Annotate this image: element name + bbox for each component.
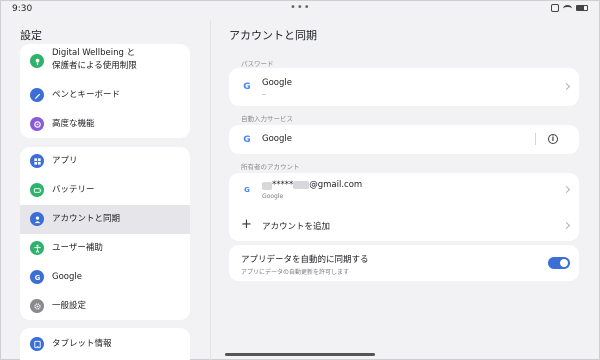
- section-label-autofill: 自動入力サービス: [241, 115, 293, 123]
- chevron-right-icon: [562, 82, 571, 91]
- google-logo-icon: G: [244, 186, 250, 194]
- sidebar-item-label: Google: [52, 272, 82, 282]
- battery-icon: [30, 183, 44, 197]
- sidebar-item-general-settings[interactable]: 一般設定: [20, 292, 190, 320]
- tablet-info-icon: [30, 337, 44, 351]
- info-icon[interactable]: i: [548, 134, 558, 144]
- svg-text:G: G: [34, 273, 40, 281]
- sidebar-item-account-sync[interactable]: アカウントと同期: [20, 205, 190, 234]
- auto-sync-title: アプリデータを自動的に同期する: [241, 255, 369, 265]
- settings-title: 設定: [20, 29, 42, 42]
- auto-sync-sub: アプリにデータの自動更新を許可します: [241, 269, 350, 276]
- account-email: ***** @gmail.com: [272, 180, 363, 190]
- sidebar-item-advanced[interactable]: 高度な機能: [20, 110, 190, 138]
- page-title: アカウントと同期: [229, 29, 317, 42]
- pen-icon: [30, 88, 44, 102]
- settings-group-3: タブレット情報: [20, 328, 190, 360]
- mute-icon: [551, 4, 559, 12]
- account-provider: Google: [262, 193, 284, 200]
- wellbeing-icon: [30, 54, 44, 68]
- add-account-label: アカウントを追加: [262, 222, 331, 232]
- wifi-icon: [563, 4, 572, 12]
- sidebar-item-apps[interactable]: アプリ: [20, 147, 190, 176]
- general-settings-icon: [30, 299, 44, 313]
- account-row[interactable]: G ***** @gmail.com Google: [229, 173, 579, 207]
- sidebar-item-google[interactable]: G Google: [20, 263, 190, 292]
- google-icon: G: [30, 270, 44, 284]
- section-label-password: パスワード: [241, 60, 274, 68]
- section-label-owner: 所有者のアカウント: [241, 163, 300, 171]
- auto-sync-row[interactable]: アプリデータを自動的に同期する アプリにデータの自動更新を許可します: [229, 245, 579, 281]
- add-account-row[interactable]: + アカウントを追加: [229, 209, 579, 241]
- battery-status-icon: [576, 5, 588, 11]
- auto-sync-toggle[interactable]: [548, 257, 570, 269]
- autofill-google-row[interactable]: G Google i: [229, 125, 579, 154]
- status-time: 9:30: [12, 4, 33, 14]
- sidebar-item-digital-wellbeing[interactable]: Digital Wellbeing と保護者による使用制限: [20, 44, 190, 78]
- sidebar-item-pen-keyboard[interactable]: ペンとキーボード: [20, 81, 190, 109]
- chevron-right-icon: [562, 185, 571, 194]
- sidebar-item-label: 高度な機能: [52, 119, 95, 129]
- status-icons: [551, 4, 588, 12]
- sidebar-item-accessibility[interactable]: ユーザー補助: [20, 234, 190, 263]
- password-provider-sub: --: [262, 91, 267, 98]
- panel-divider: [210, 20, 211, 360]
- masked-email-blur: [262, 182, 272, 190]
- chevron-right-icon: [562, 221, 571, 230]
- sidebar-item-label: Digital Wellbeing と保護者による使用制限: [52, 48, 137, 71]
- google-logo-icon: G: [243, 82, 251, 92]
- sidebar-item-label: 一般設定: [52, 301, 87, 311]
- apps-icon: [30, 154, 44, 168]
- sidebar-item-label: アプリ: [52, 156, 78, 166]
- account-icon: [30, 212, 44, 226]
- plus-icon: +: [241, 217, 252, 232]
- sidebar-item-label: アカウントと同期: [52, 214, 121, 224]
- row-separator: [535, 133, 536, 145]
- settings-group-2: アプリ バッテリー アカウントと同期 ユーザー補助 G Google 一般設定: [20, 147, 190, 320]
- settings-group-1: Digital Wellbeing と保護者による使用制限 ペンとキーボード 高…: [20, 44, 190, 138]
- sidebar-item-label: タブレット情報: [52, 339, 112, 349]
- sidebar-item-label: ペンとキーボード: [52, 90, 121, 100]
- sidebar-item-tablet-info[interactable]: タブレット情報: [20, 328, 190, 360]
- window-dots[interactable]: •••: [290, 2, 311, 13]
- status-bar: 9:30 •••: [0, 0, 600, 20]
- google-logo-icon: G: [243, 135, 251, 145]
- advanced-icon: [30, 117, 44, 131]
- toggle-knob: [560, 259, 568, 267]
- accessibility-icon: [30, 241, 44, 255]
- password-google-row[interactable]: G Google --: [229, 68, 579, 106]
- owner-accounts-card: G ***** @gmail.com Google + アカウントを追加: [229, 173, 579, 241]
- autofill-provider-title: Google: [262, 134, 292, 144]
- password-provider-title: Google: [262, 78, 292, 88]
- sidebar-item-label: ユーザー補助: [52, 243, 103, 253]
- sidebar-item-battery[interactable]: バッテリー: [20, 176, 190, 205]
- sidebar-item-label: バッテリー: [52, 185, 95, 195]
- home-indicator[interactable]: [225, 353, 375, 356]
